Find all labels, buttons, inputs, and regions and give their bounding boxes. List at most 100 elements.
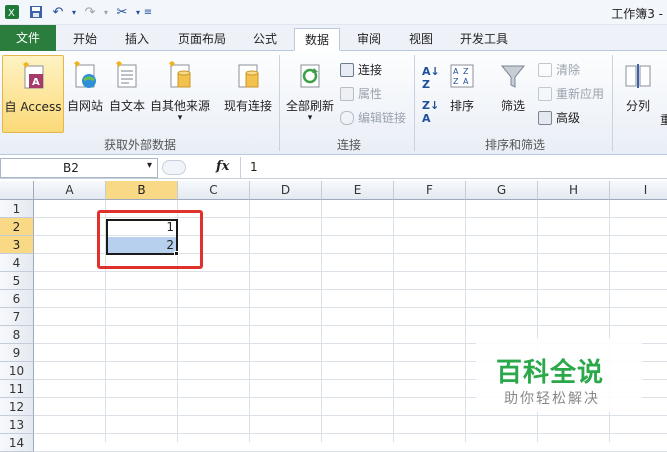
gridline-horizontal <box>34 307 667 308</box>
name-box-dropdown-icon[interactable]: ▾ <box>147 160 152 171</box>
refresh-icon <box>300 64 320 88</box>
row-header-3[interactable]: 3 <box>0 236 34 254</box>
filter-button[interactable]: 筛选 <box>492 55 534 133</box>
svg-text:A: A <box>463 77 469 86</box>
group-divider <box>612 55 613 151</box>
undo-dropdown-icon[interactable]: ▾ <box>66 4 82 20</box>
from-text-button[interactable]: 自文本 <box>106 55 148 133</box>
row-header-8[interactable]: 8 <box>0 326 34 344</box>
tab-file[interactable]: 文件 <box>0 25 56 51</box>
customize-icon[interactable]: ≡ <box>140 4 156 20</box>
formula-input[interactable]: 1 <box>250 160 258 174</box>
row-header-13[interactable]: 13 <box>0 416 34 434</box>
gridline-vertical <box>465 200 466 442</box>
from-other-sources-button[interactable]: 自其他来源 ▾ <box>148 55 212 133</box>
formula-divider <box>240 157 241 179</box>
ribbon-tabs: 文件 开始 插入 页面布局 公式 数据 审阅 视图 开发工具 <box>0 25 667 51</box>
column-header-c[interactable]: C <box>178 181 250 200</box>
row-header-12[interactable]: 12 <box>0 398 34 416</box>
name-box[interactable]: B2 ▾ <box>0 158 158 178</box>
save-icon[interactable] <box>28 4 44 20</box>
group-divider <box>279 55 280 151</box>
column-header-b[interactable]: B <box>106 181 178 200</box>
tab-review[interactable]: 审阅 <box>348 28 390 51</box>
row-header-2[interactable]: 2 <box>0 218 34 236</box>
tab-data[interactable]: 数据 <box>294 28 340 51</box>
data-tools-partial-label: 重 <box>660 113 667 127</box>
tab-home[interactable]: 开始 <box>64 28 106 51</box>
from-access-button[interactable]: A 自 Access <box>2 55 64 133</box>
column-header-h[interactable]: H <box>538 181 610 200</box>
title-bar: X ↶ ▾ ↷ ▾ ✂ ▾ ≡ 工作簿3 - <box>0 0 667 25</box>
row-header-9[interactable]: 9 <box>0 344 34 362</box>
group-label-connections: 连接 <box>336 138 361 152</box>
gridline-vertical <box>249 200 250 442</box>
tab-formulas[interactable]: 公式 <box>244 28 286 51</box>
properties-button[interactable]: 属性 <box>340 85 382 102</box>
tools-icon[interactable]: ✂ <box>114 4 130 20</box>
access-icon: A <box>23 62 44 89</box>
existing-connections-icon <box>238 64 259 88</box>
tab-insert[interactable]: 插入 <box>116 28 158 51</box>
gridline-horizontal <box>34 325 667 326</box>
insert-function-icon[interactable]: fx <box>216 159 229 174</box>
clear-filter-icon <box>538 63 552 77</box>
formula-bar-resize-handle[interactable] <box>162 160 186 175</box>
tab-developer[interactable]: 开发工具 <box>452 28 516 51</box>
name-box-value: B2 <box>63 161 79 175</box>
svg-text:A: A <box>453 67 459 76</box>
row-header-1[interactable]: 1 <box>0 200 34 218</box>
column-header-g[interactable]: G <box>466 181 538 200</box>
properties-icon <box>340 87 354 101</box>
redo-icon[interactable]: ↷ <box>82 4 98 20</box>
sort-a-to-z-icon[interactable]: A↓ Z <box>422 65 440 91</box>
connections-button[interactable]: 连接 <box>340 61 382 78</box>
row-header-6[interactable]: 6 <box>0 290 34 308</box>
row-header-10[interactable]: 10 <box>0 362 34 380</box>
row-header-14[interactable]: 14 <box>0 434 34 452</box>
refresh-all-button[interactable]: 全部刷新 ▾ <box>284 55 336 133</box>
column-header-f[interactable]: F <box>394 181 466 200</box>
column-header-a[interactable]: A <box>34 181 106 200</box>
watermark: 百科全说 助你轻松解决 <box>476 338 642 412</box>
refresh-dropdown-icon: ▾ <box>307 113 313 123</box>
filter-funnel-icon <box>500 65 526 88</box>
sort-icon: A Z Z A <box>450 64 474 88</box>
row-header-4[interactable]: 4 <box>0 254 34 272</box>
sort-button[interactable]: A Z Z A 排序 <box>442 55 482 133</box>
other-sources-dropdown-icon: ▾ <box>177 113 183 123</box>
existing-connections-button[interactable]: 现有连接 <box>220 55 276 133</box>
watermark-title: 百科全说 <box>496 358 605 388</box>
edit-links-button[interactable]: 编辑链接 <box>340 109 406 126</box>
web-icon <box>74 61 96 88</box>
group-label-get-external-data: 获取外部数据 <box>103 138 176 152</box>
select-all-corner[interactable] <box>0 181 34 200</box>
excel-logo-icon[interactable]: X <box>4 4 20 20</box>
group-divider <box>414 55 415 151</box>
from-web-button[interactable]: 自网站 <box>64 55 106 133</box>
reapply-button[interactable]: 重新应用 <box>538 85 604 102</box>
text-to-columns-button[interactable]: 分列 <box>618 55 658 133</box>
gridline-horizontal <box>34 271 667 272</box>
advanced-filter-icon <box>538 111 552 125</box>
gridline-horizontal <box>34 415 667 416</box>
text-file-icon <box>116 61 137 88</box>
column-header-i[interactable]: I <box>610 181 667 200</box>
advanced-filter-button[interactable]: 高级 <box>538 109 580 126</box>
window-title: 工作簿3 - <box>611 7 663 21</box>
redo-dropdown-icon[interactable]: ▾ <box>98 4 114 20</box>
link-icon <box>340 111 354 125</box>
row-header-5[interactable]: 5 <box>0 272 34 290</box>
svg-text:Z: Z <box>463 67 469 76</box>
annotation-highlight-box <box>97 210 203 269</box>
svg-text:X: X <box>8 8 15 19</box>
clear-filter-button[interactable]: 清除 <box>538 61 580 78</box>
undo-icon[interactable]: ↶ <box>50 4 66 20</box>
row-header-11[interactable]: 11 <box>0 380 34 398</box>
column-header-d[interactable]: D <box>250 181 322 200</box>
tab-page-layout[interactable]: 页面布局 <box>170 28 234 51</box>
column-header-e[interactable]: E <box>322 181 394 200</box>
row-header-7[interactable]: 7 <box>0 308 34 326</box>
sort-z-to-a-icon[interactable]: Z↓ A <box>422 99 439 125</box>
tab-view[interactable]: 视图 <box>400 28 442 51</box>
